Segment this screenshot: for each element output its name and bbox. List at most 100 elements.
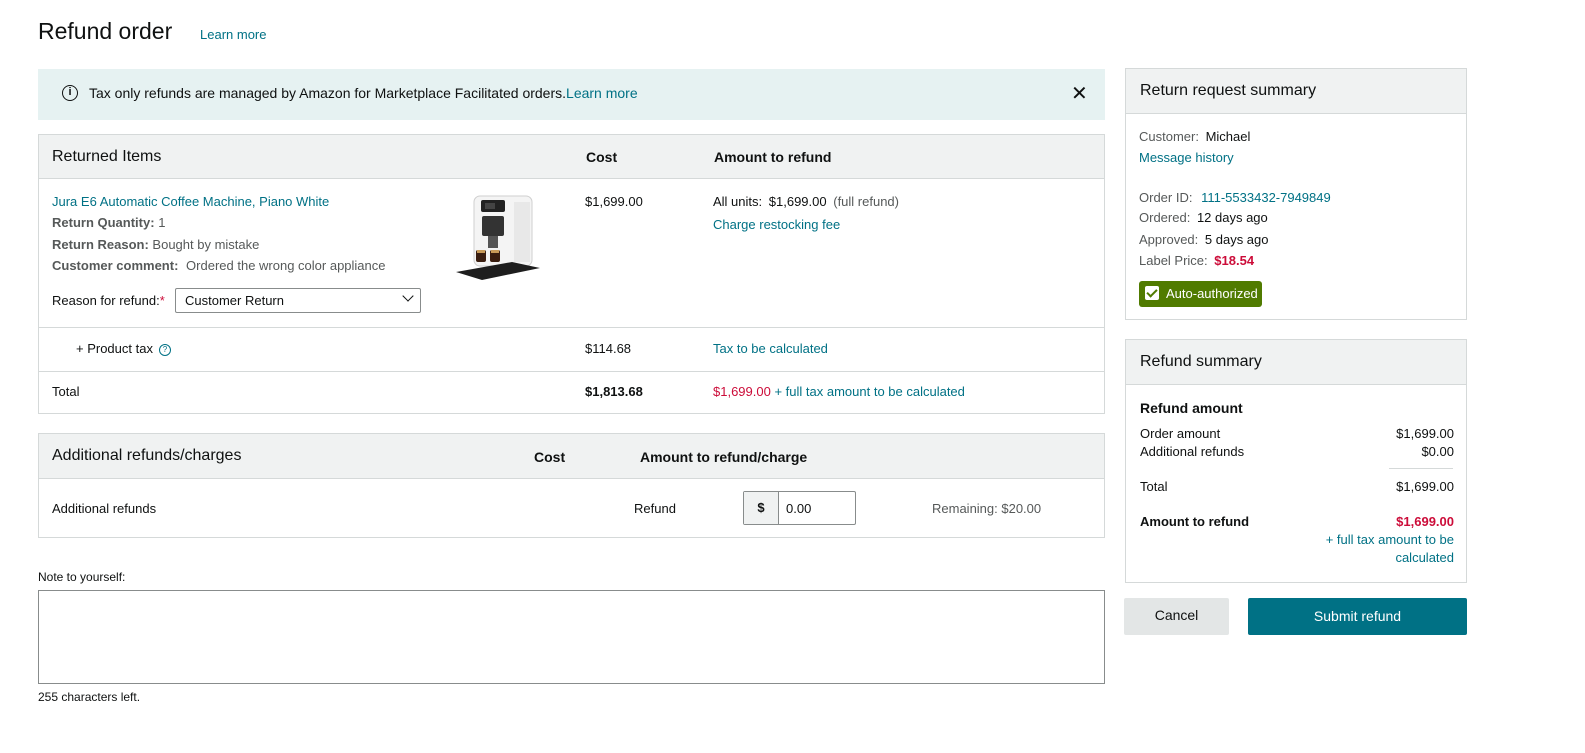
checkbox-check-icon: [1145, 286, 1159, 300]
additional-amount-header: Amount to refund/charge: [640, 449, 808, 465]
auto-authorized-badge: Auto-authorized: [1139, 281, 1262, 307]
all-units-value: $1,699.00: [768, 194, 827, 209]
returned-items-title: Returned Items: [52, 148, 162, 165]
additional-refund-value: 0.00: [786, 501, 812, 516]
total-amount-value: $1,699.00: [713, 384, 771, 399]
all-units-label: All units:: [713, 194, 763, 209]
order-id-link[interactable]: 111-5533432-7949849: [1201, 190, 1331, 205]
amount-to-refund-label: Amount to refund: [1140, 514, 1250, 529]
tax-to-be-calculated: Tax to be calculated: [713, 341, 828, 356]
return-reason: Return Reason: Bought by mistake: [52, 237, 259, 252]
customer-label: Customer:: [1139, 129, 1199, 144]
refund-summary-header: Refund summary: [1126, 340, 1466, 385]
characters-left: 255 characters left.: [38, 690, 141, 704]
amount-to-refund-row: Amount to refund $1,699.00: [1140, 514, 1454, 529]
order-amount-row: Order amount $1,699.00: [1140, 426, 1454, 441]
summary-total-label: Total: [1140, 479, 1168, 494]
approved-label: Approved:: [1139, 232, 1199, 247]
product-name-link[interactable]: Jura E6 Automatic Coffee Machine, Piano …: [52, 194, 329, 209]
return-quantity: Return Quantity: 1: [52, 215, 165, 230]
cancel-button[interactable]: Cancel: [1124, 598, 1229, 635]
additional-refunds-summary-value: $0.00: [1421, 444, 1454, 459]
additional-cost-header: Cost: [534, 449, 566, 465]
return-summary-header: Return request summary: [1126, 69, 1466, 114]
amount-column-header: Amount to refund: [714, 149, 832, 165]
submit-refund-button[interactable]: Submit refund: [1248, 598, 1467, 635]
order-id-row: Order ID: 111-5533432-7949849: [1139, 190, 1331, 205]
full-refund-note: (full refund): [833, 194, 899, 209]
product-image: [456, 195, 540, 280]
order-id-label: Order ID:: [1139, 190, 1193, 205]
ordered-row: Ordered: 12 days ago: [1139, 210, 1268, 225]
additional-refunds-header: Additional refunds/charges Cost Amount t…: [39, 434, 1104, 479]
item-cost: $1,699.00: [585, 194, 643, 209]
total-cost: $1,813.68: [585, 384, 643, 399]
customer-comment-value: Ordered the wrong color appliance: [186, 258, 386, 273]
banner-text: Tax only refunds are managed by Amazon f…: [89, 85, 567, 101]
page-title: Refund order: [38, 18, 173, 44]
note-textarea[interactable]: [38, 590, 1105, 684]
row-divider: [39, 327, 1104, 328]
close-icon[interactable]: ✕: [1071, 81, 1088, 106]
total-label: Total: [52, 384, 80, 399]
currency-prefix: $: [744, 492, 779, 524]
order-amount-value: $1,699.00: [1396, 426, 1454, 441]
additional-refund-input[interactable]: $ 0.00: [743, 491, 856, 525]
tax-cost: $114.68: [585, 341, 632, 356]
additional-refunds-label: Additional refunds: [52, 501, 157, 516]
total-tax-note: + full tax amount to be calculated: [774, 384, 965, 399]
return-quantity-label: Return Quantity:: [52, 215, 155, 230]
learn-more-link[interactable]: Learn more: [200, 27, 266, 42]
remaining-amount: Remaining: $20.00: [932, 501, 1042, 516]
customer-name: Michael: [1205, 129, 1251, 144]
summary-total-row: Total $1,699.00: [1140, 479, 1454, 494]
all-units: All units: $1,699.00 (full refund): [713, 194, 899, 209]
order-amount-label: Order amount: [1140, 426, 1221, 441]
refund-summary-panel: Refund summary Refund amount Order amoun…: [1125, 339, 1467, 583]
banner-learn-more-link[interactable]: Learn more: [566, 85, 638, 101]
summary-total-value: $1,699.00: [1396, 479, 1454, 494]
ordered-value: 12 days ago: [1196, 210, 1268, 225]
cost-column-header: Cost: [586, 149, 618, 165]
banner-message: Tax only refunds are managed by Amazon f…: [89, 85, 638, 101]
total-amount: $1,699.00 + full tax amount to be calcul…: [713, 384, 965, 399]
returned-items-header: Returned Items Cost Amount to refund: [39, 135, 1104, 179]
ordered-label: Ordered:: [1139, 210, 1191, 225]
required-mark: *: [159, 293, 165, 308]
customer-comment: Customer comment: Ordered the wrong colo…: [52, 258, 386, 273]
amount-to-refund-value: $1,699.00: [1396, 514, 1454, 529]
tax-note-line-1: + full tax amount to be: [1325, 532, 1454, 547]
help-icon[interactable]: ?: [158, 343, 171, 356]
info-icon: i: [62, 85, 78, 101]
customer-comment-label: Customer comment:: [52, 258, 179, 273]
additional-refunds-title: Additional refunds/charges: [52, 447, 242, 464]
approved-value: 5 days ago: [1204, 232, 1269, 247]
label-price-label: Label Price:: [1139, 253, 1208, 268]
additional-refunds-row: Additional refunds $0.00: [1140, 444, 1454, 459]
badge-text: Auto-authorized: [1166, 286, 1258, 301]
refund-type: Refund: [634, 501, 676, 516]
summary-divider: [1389, 468, 1453, 469]
info-banner: i Tax only refunds are managed by Amazon…: [38, 69, 1105, 120]
return-reason-label: Return Reason:: [52, 237, 149, 252]
refund-reason-text: Reason for refund:: [52, 293, 160, 308]
refund-reason-select[interactable]: Customer Return: [175, 288, 421, 313]
label-price-value: $18.54: [1214, 253, 1255, 268]
tax-note-line-2: calculated: [1395, 550, 1454, 565]
label-price-row: Label Price: $18.54: [1139, 253, 1254, 268]
return-quantity-value: 1: [158, 215, 166, 230]
row-divider: [39, 371, 1104, 372]
refund-reason-value: Customer Return: [185, 293, 284, 308]
additional-refunds-panel: Additional refunds/charges Cost Amount t…: [38, 433, 1105, 538]
product-tax: + Product tax?: [76, 341, 171, 356]
return-summary-title: Return request summary: [1140, 82, 1317, 99]
message-history-link[interactable]: Message history: [1139, 150, 1234, 165]
chevron-down-icon: [402, 290, 414, 302]
approved-row: Approved: 5 days ago: [1139, 232, 1269, 247]
additional-refunds-summary-label: Additional refunds: [1140, 444, 1245, 459]
refund-amount-heading: Refund amount: [1140, 400, 1243, 416]
customer-row: Customer: Michael: [1139, 129, 1250, 144]
charge-restocking-fee-link[interactable]: Charge restocking fee: [713, 217, 840, 232]
returned-items-panel: Returned Items Cost Amount to refund: [38, 134, 1105, 414]
note-label: Note to yourself:: [38, 570, 126, 584]
